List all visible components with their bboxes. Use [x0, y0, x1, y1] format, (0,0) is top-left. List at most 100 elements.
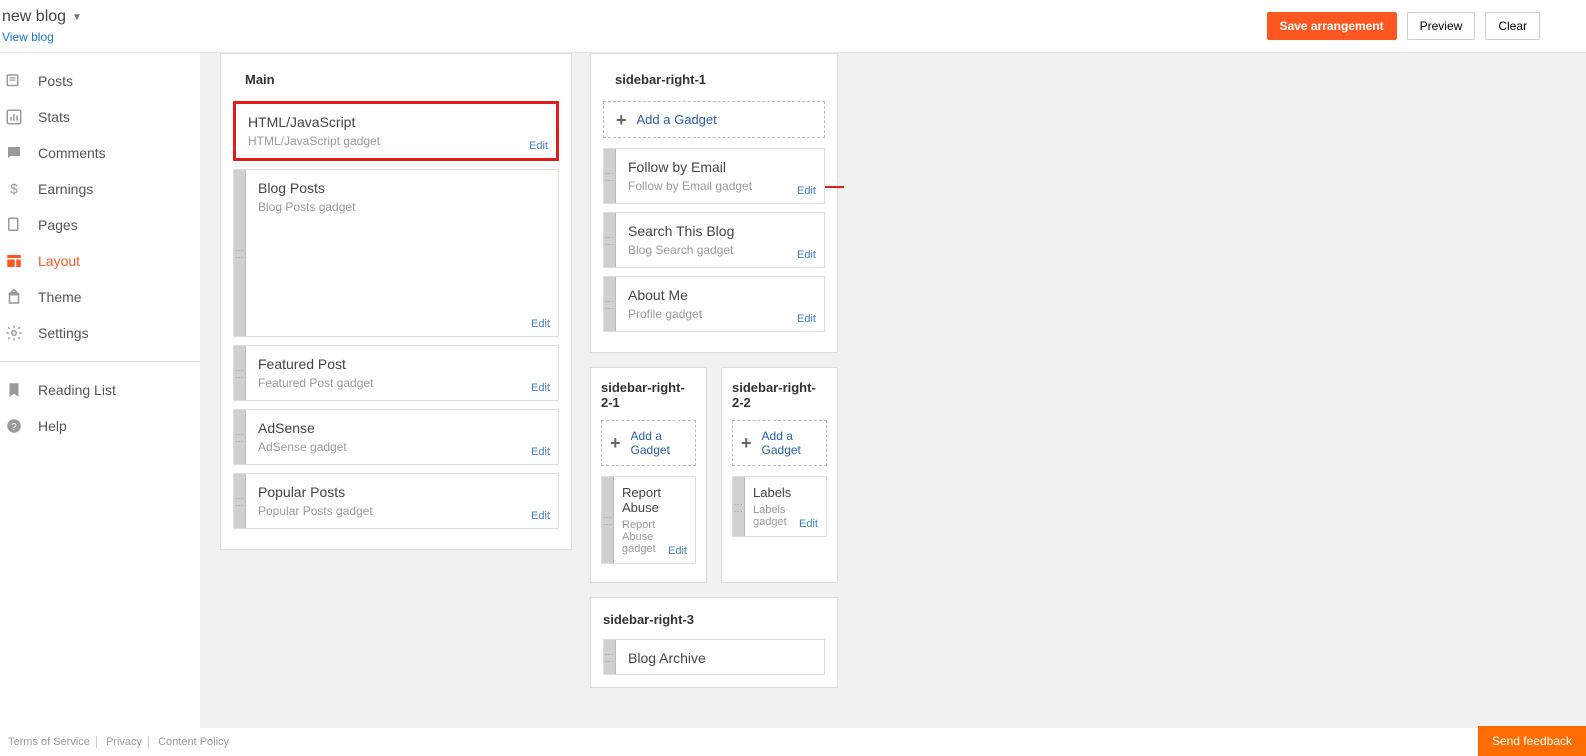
theme-icon — [4, 287, 24, 307]
view-blog-link[interactable]: View blog — [2, 30, 82, 44]
gadget-edit-link[interactable]: Edit — [797, 249, 816, 261]
nav-earnings[interactable]: $ Earnings — [0, 171, 200, 207]
gadget-edit-link[interactable]: Edit — [668, 545, 687, 557]
gadget-subtitle: HTML/JavaScript gadget — [248, 134, 544, 148]
settings-icon — [4, 323, 24, 343]
gadget-report-abuse[interactable]: Report Abuse Report Abuse gadget Edit — [601, 476, 696, 564]
drag-handle-icon[interactable] — [234, 474, 246, 528]
dropdown-arrow-icon: ▼ — [72, 12, 82, 23]
terms-link[interactable]: Terms of Service — [2, 736, 97, 748]
nav-label: Pages — [38, 217, 78, 233]
gadget-subtitle: Blog Posts gadget — [258, 200, 546, 214]
gadget-search-blog[interactable]: Search This Blog Blog Search gadget Edit — [603, 212, 825, 268]
gadget-title: Featured Post — [258, 356, 546, 372]
drag-handle-icon[interactable] — [234, 346, 246, 400]
save-arrangement-button[interactable]: Save arrangement — [1267, 12, 1397, 40]
nav-posts[interactable]: Posts — [0, 63, 200, 99]
drag-handle-icon[interactable] — [604, 277, 616, 331]
gadget-edit-link[interactable]: Edit — [797, 313, 816, 325]
earnings-icon: $ — [4, 179, 24, 199]
drag-handle-icon[interactable] — [604, 213, 616, 267]
nav-stats[interactable]: Stats — [0, 99, 200, 135]
layout-canvas: Main HTML/JavaScript HTML/JavaScript gad… — [200, 53, 1586, 728]
nav-layout[interactable]: Layout — [0, 243, 200, 279]
gadget-featured-post[interactable]: Featured Post Featured Post gadget Edit — [233, 345, 559, 401]
nav-label: Comments — [38, 145, 106, 161]
help-icon: ? — [4, 416, 24, 436]
svg-text:$: $ — [10, 182, 18, 197]
gadget-edit-link[interactable]: Edit — [529, 140, 548, 152]
main-column: Main HTML/JavaScript HTML/JavaScript gad… — [220, 53, 572, 550]
gadget-title: HTML/JavaScript — [248, 114, 544, 130]
gadget-subtitle: Follow by Email gadget — [628, 179, 812, 193]
gadget-html-javascript[interactable]: HTML/JavaScript HTML/JavaScript gadget E… — [233, 101, 559, 161]
add-gadget-button[interactable]: + Add a Gadget — [601, 420, 696, 466]
nav-comments[interactable]: Comments — [0, 135, 200, 171]
gadget-subtitle: Featured Post gadget — [258, 376, 546, 390]
add-gadget-button[interactable]: + Add a Gadget — [732, 420, 827, 466]
gadget-blog-posts[interactable]: Blog Posts Blog Posts gadget Edit — [233, 169, 559, 337]
gadget-edit-link[interactable]: Edit — [531, 318, 550, 330]
gadget-edit-link[interactable]: Edit — [531, 382, 550, 394]
gadget-edit-link[interactable]: Edit — [797, 185, 816, 197]
nav-label: Theme — [38, 289, 82, 305]
gadget-title: Blog Archive — [628, 650, 812, 666]
add-gadget-label: Add a Gadget — [637, 112, 717, 127]
gadget-edit-link[interactable]: Edit — [531, 510, 550, 522]
section-title-main: Main — [233, 66, 559, 101]
nav-label: Reading List — [38, 382, 116, 398]
plus-icon: + — [610, 436, 621, 450]
nav-theme[interactable]: Theme — [0, 279, 200, 315]
gadget-blog-archive[interactable]: Blog Archive — [603, 639, 825, 675]
gadget-title: About Me — [628, 287, 812, 303]
send-feedback-button[interactable]: Send feedback — [1478, 726, 1586, 756]
gadget-subtitle: Blog Search gadget — [628, 243, 812, 257]
drag-handle-icon[interactable] — [234, 170, 246, 336]
nav-reading-list[interactable]: Reading List — [0, 372, 200, 408]
drag-handle-icon[interactable] — [733, 477, 745, 536]
gadget-title: Popular Posts — [258, 484, 546, 500]
gadget-title: Labels — [753, 485, 818, 500]
sidebar-right-2-1-column: sidebar-right-2-1 + Add a Gadget Report … — [590, 367, 707, 583]
posts-icon — [4, 71, 24, 91]
plus-icon: + — [616, 113, 627, 127]
gadget-popular-posts[interactable]: Popular Posts Popular Posts gadget Edit — [233, 473, 559, 529]
content-policy-link[interactable]: Content Policy — [152, 736, 235, 748]
nav-settings[interactable]: Settings — [0, 315, 200, 351]
top-bar: new blog ▼ View blog Save arrangement Pr… — [0, 0, 1586, 53]
footer-links: Terms of Service Privacy Content Policy — [0, 736, 235, 748]
stats-icon — [4, 107, 24, 127]
blog-title-text: new blog — [2, 8, 66, 26]
gadget-title: Search This Blog — [628, 223, 812, 239]
nav-label: Layout — [38, 253, 80, 269]
gadget-about-me[interactable]: About Me Profile gadget Edit — [603, 276, 825, 332]
gadget-subtitle: Profile gadget — [628, 307, 812, 321]
nav-label: Earnings — [38, 181, 93, 197]
pages-icon — [4, 215, 24, 235]
gadget-edit-link[interactable]: Edit — [531, 446, 550, 458]
gadget-adsense[interactable]: AdSense AdSense gadget Edit — [233, 409, 559, 465]
preview-button[interactable]: Preview — [1407, 12, 1476, 40]
gadget-title: Report Abuse — [622, 485, 687, 515]
nav-divider — [0, 361, 200, 362]
add-gadget-button[interactable]: + Add a Gadget — [603, 101, 825, 138]
clear-button[interactable]: Clear — [1485, 12, 1540, 40]
drag-handle-icon[interactable] — [234, 410, 246, 464]
gadget-labels[interactable]: Labels Labels gadget Edit — [732, 476, 827, 537]
gadget-subtitle: Popular Posts gadget — [258, 504, 546, 518]
privacy-link[interactable]: Privacy — [100, 736, 149, 748]
section-title: sidebar-right-3 — [603, 610, 825, 639]
gadget-follow-email[interactable]: Follow by Email Follow by Email gadget E… — [603, 148, 825, 204]
nav-help[interactable]: ? Help — [0, 408, 200, 444]
nav-label: Settings — [38, 325, 89, 341]
layout-icon — [4, 251, 24, 271]
gadget-edit-link[interactable]: Edit — [799, 518, 818, 530]
add-gadget-label: Add a Gadget — [762, 429, 818, 457]
gadget-title: AdSense — [258, 420, 546, 436]
gadget-subtitle: AdSense gadget — [258, 440, 546, 454]
blog-selector[interactable]: new blog ▼ — [2, 8, 82, 26]
drag-handle-icon[interactable] — [602, 477, 614, 563]
drag-handle-icon[interactable] — [604, 149, 616, 203]
nav-pages[interactable]: Pages — [0, 207, 200, 243]
drag-handle-icon[interactable] — [604, 640, 616, 674]
